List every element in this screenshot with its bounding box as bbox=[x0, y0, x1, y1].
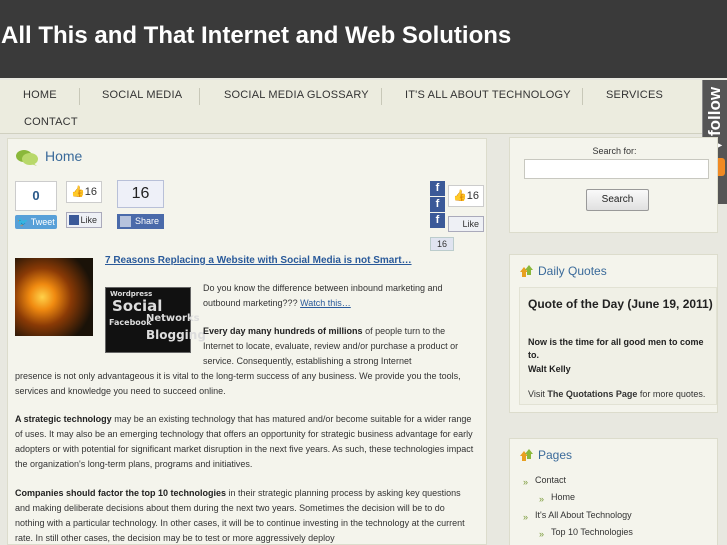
bullet-icon: » bbox=[539, 494, 545, 504]
facebook-icon[interactable]: f bbox=[430, 197, 445, 212]
quote-visit: Visit The Quotations Page for more quote… bbox=[528, 389, 706, 399]
nav-divider bbox=[199, 88, 200, 105]
widget-like-count: 👍16 bbox=[448, 185, 484, 207]
bullet-icon: » bbox=[539, 529, 545, 539]
watch-link[interactable]: Watch this… bbox=[300, 298, 351, 308]
quote-text: Now is the time for all good men to come… bbox=[528, 337, 704, 360]
pages-item-home[interactable]: Home bbox=[551, 492, 575, 502]
main-content: Home 0 🐦 Tweet 👍16 Like 16 Share f f f 👍… bbox=[7, 138, 487, 545]
search-label: Search for: bbox=[592, 146, 637, 156]
nav-item-social-media[interactable]: SOCIAL MEDIA bbox=[102, 89, 182, 101]
paragraph-inbound: Do you know the difference between inbou… bbox=[203, 283, 443, 308]
bullet-icon: » bbox=[523, 477, 529, 487]
paragraph-intro: Every day many hundreds of millions of p… bbox=[203, 326, 459, 366]
search-widget: Search for: Search bbox=[509, 137, 718, 233]
page-title: Home bbox=[45, 148, 83, 164]
widget-like-button[interactable]: Like bbox=[448, 216, 484, 232]
paragraph-intro-cont: presence is not only advantageous it is … bbox=[15, 371, 461, 396]
arrows-icon bbox=[520, 265, 533, 277]
facebook-icon[interactable]: f bbox=[430, 213, 445, 228]
bullet-icon: » bbox=[523, 512, 529, 522]
nav-item-services[interactable]: SERVICES bbox=[606, 89, 663, 101]
social-widget: f f f 👍16 Like 16 bbox=[430, 181, 489, 251]
site-header: All This and That Internet and Web Solut… bbox=[0, 0, 727, 78]
nav-divider bbox=[79, 88, 80, 105]
daily-quotes-widget: Daily Quotes Quote of the Day (June 19, … bbox=[509, 254, 718, 413]
article-thumbnail[interactable] bbox=[15, 258, 93, 336]
facebook-icon bbox=[69, 215, 79, 225]
article-link[interactable]: 7 Reasons Replacing a Website with Socia… bbox=[105, 255, 412, 266]
arrows-icon bbox=[520, 449, 533, 461]
share-count: 16 bbox=[117, 180, 164, 208]
quote-panel: Quote of the Day (June 19, 2011) Now is … bbox=[519, 287, 717, 405]
paragraph-strategic: A strategic technology may be an existin… bbox=[15, 414, 474, 469]
nav-item-contact[interactable]: CONTACT bbox=[24, 116, 78, 128]
paragraph-companies: Companies should factor the top 10 techn… bbox=[15, 488, 465, 543]
tweet-button[interactable]: 🐦 Tweet bbox=[15, 215, 57, 229]
quotations-page-link[interactable]: The Quotations Page bbox=[547, 389, 637, 399]
facebook-icon[interactable]: f bbox=[430, 181, 445, 196]
search-input[interactable] bbox=[524, 159, 709, 179]
nav-divider bbox=[381, 88, 382, 105]
site-title[interactable]: All This and That Internet and Web Solut… bbox=[1, 22, 511, 50]
share-button[interactable]: Share bbox=[117, 214, 164, 229]
search-button[interactable]: Search bbox=[586, 189, 649, 211]
pages-item-contact[interactable]: Contact bbox=[535, 475, 566, 485]
widget-share-count: 16 bbox=[430, 237, 454, 251]
speech-bubble-icon bbox=[16, 150, 38, 166]
pages-title: Pages bbox=[538, 448, 573, 462]
quote-author[interactable]: Walt Kelly bbox=[528, 364, 571, 374]
facebook-icon bbox=[120, 216, 131, 227]
social-networks-image: Wordpress Social Networks Facebook Blogg… bbox=[105, 287, 206, 353]
main-nav: HOME SOCIAL MEDIA SOCIAL MEDIA GLOSSARY … bbox=[0, 80, 727, 134]
nav-item-technology[interactable]: IT'S ALL ABOUT TECHNOLOGY bbox=[405, 89, 571, 101]
pages-widget: Pages » Contact » Home » It's All About … bbox=[509, 438, 718, 545]
like-count: 👍16 bbox=[66, 181, 102, 203]
pages-item-top-10[interactable]: Top 10 Technologies bbox=[551, 527, 633, 537]
nav-item-home[interactable]: HOME bbox=[23, 89, 57, 101]
nav-divider bbox=[582, 88, 583, 105]
quote-title: Quote of the Day (June 19, 2011) bbox=[528, 297, 713, 311]
pages-item-technology[interactable]: It's All About Technology bbox=[535, 510, 632, 520]
tweet-count: 0 bbox=[15, 181, 57, 211]
quotes-title: Daily Quotes bbox=[538, 264, 607, 278]
nav-item-social-media-glossary[interactable]: SOCIAL MEDIA GLOSSARY bbox=[224, 89, 369, 101]
like-button[interactable]: Like bbox=[66, 212, 102, 228]
